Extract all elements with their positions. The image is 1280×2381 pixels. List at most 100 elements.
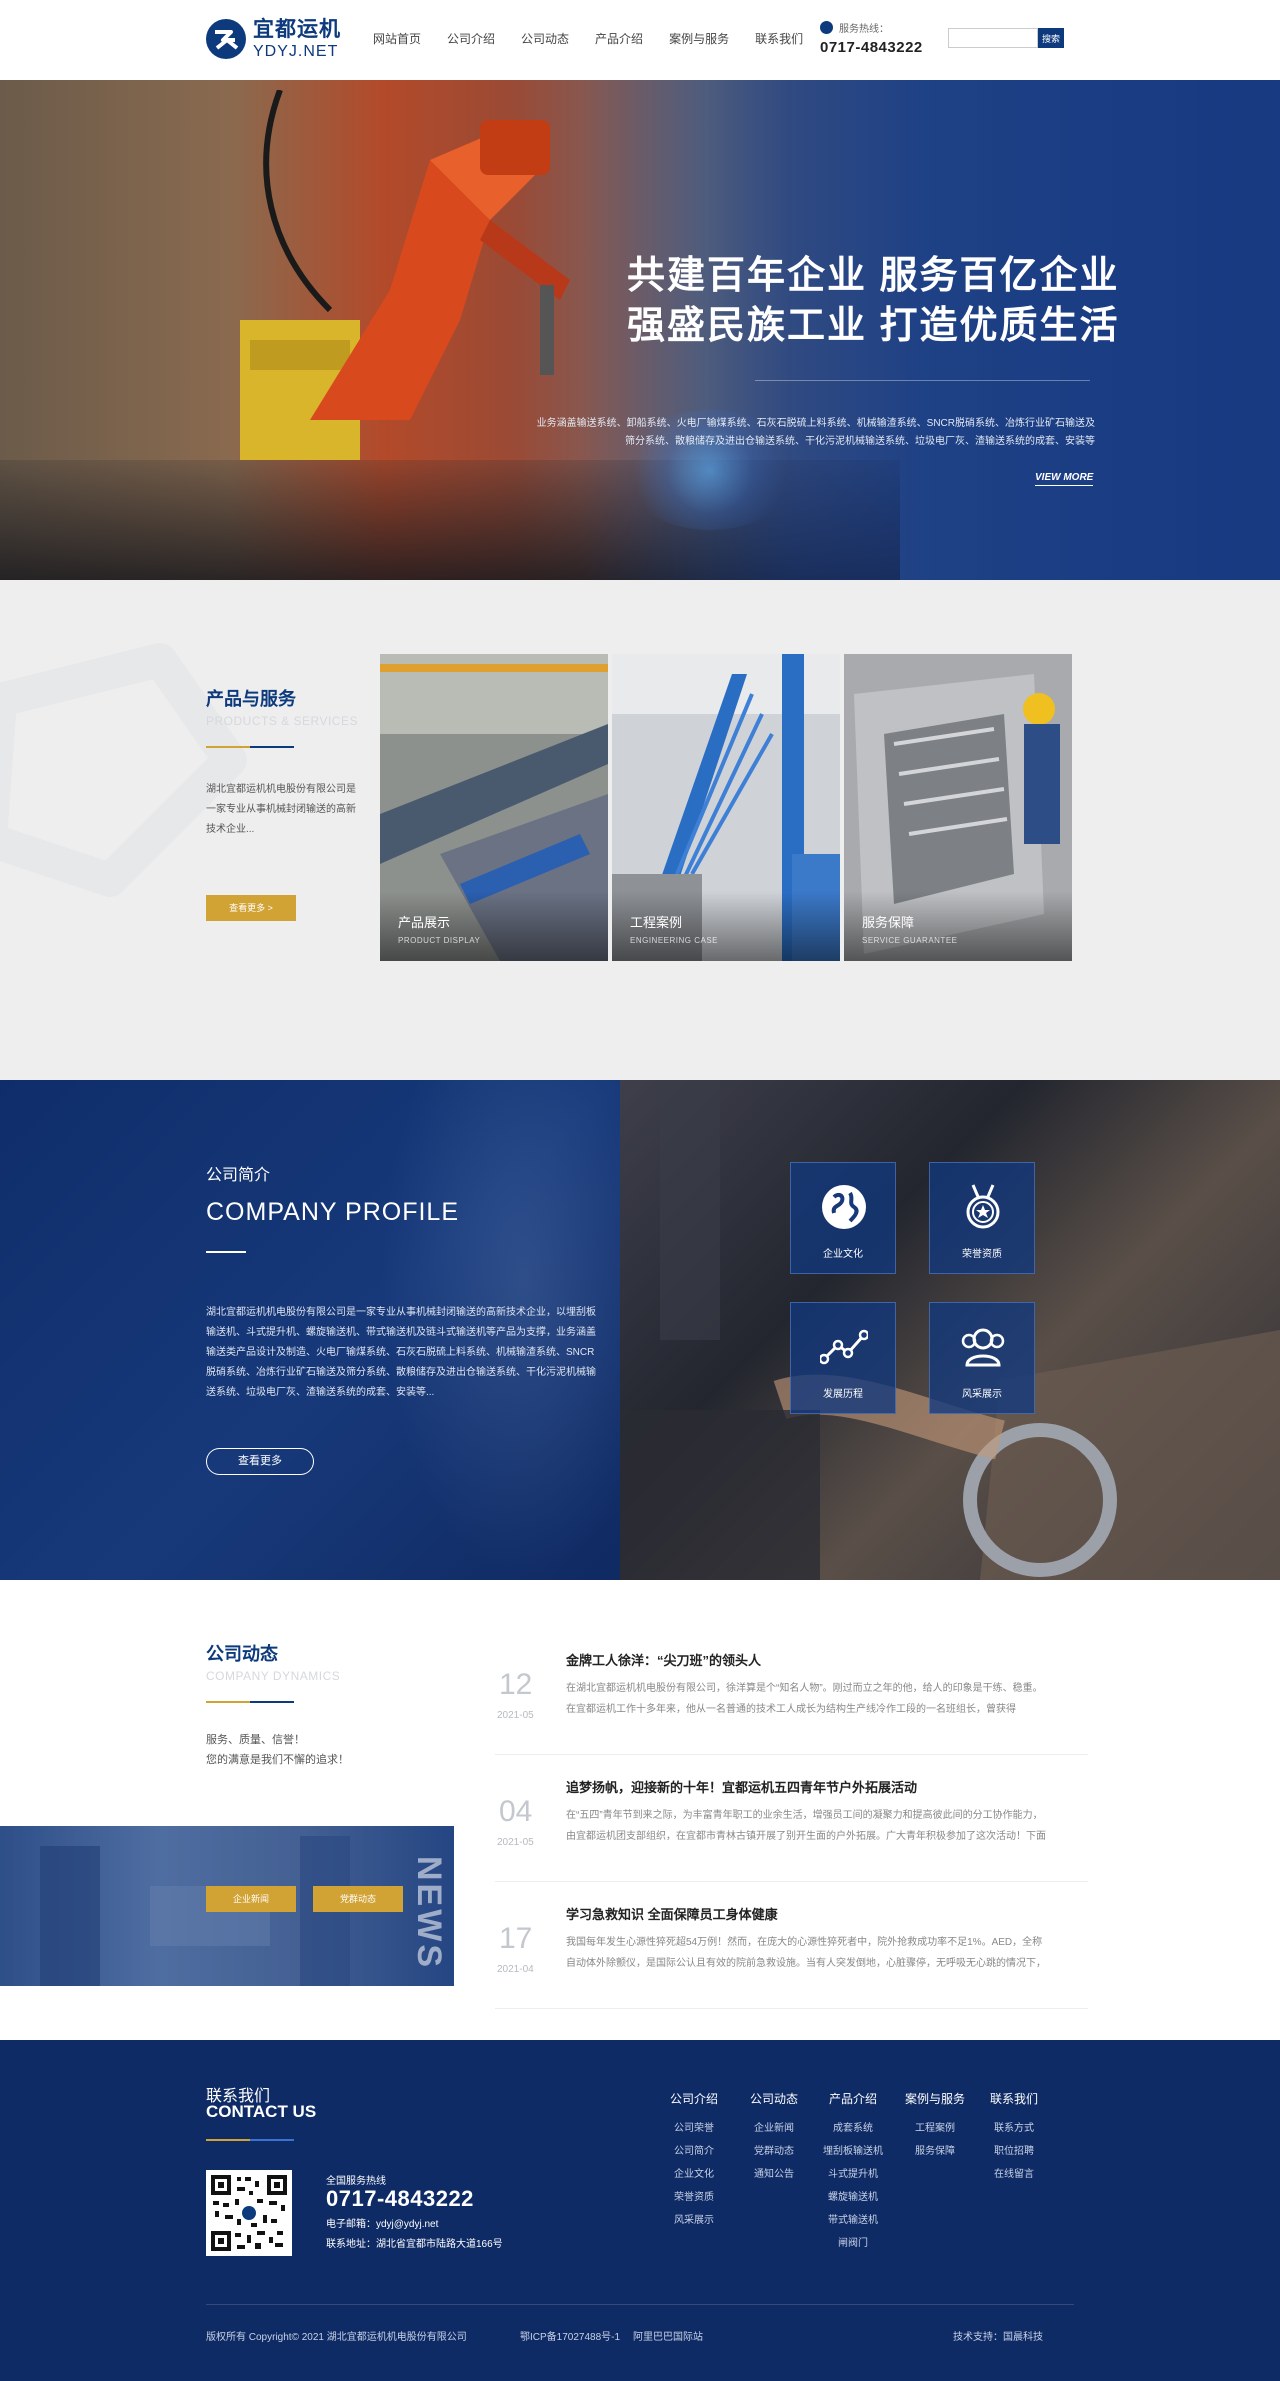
news-section: 公司动态 COMPANY DYNAMICS 服务、质量、信誉！ 您的满意是我们不… <box>0 1580 1280 2040</box>
company-news-button[interactable]: 企业新闻 <box>206 1886 296 1912</box>
footer-link[interactable]: 公司简介 <box>670 2140 718 2163</box>
news-day: 04 <box>499 1795 533 1828</box>
footer-link[interactable]: 通知公告 <box>750 2163 798 2186</box>
footer-col-cases: 案例与服务 工程案例 服务保障 <box>905 2090 965 2163</box>
search-input[interactable] <box>948 28 1038 48</box>
copyright-text: 版权所有 Copyright© 2021 湖北宜都运机机电股份有限公司 <box>206 2332 467 2343</box>
medal-icon <box>966 1184 1000 1229</box>
news-item[interactable]: 04 2021-05 追梦扬帆，迎接新的十年！宜都运机五四青年节户外拓展活动 在… <box>495 1767 1088 1882</box>
footer-link[interactable]: 风采展示 <box>670 2209 718 2232</box>
footer-link[interactable]: 公司荣誉 <box>670 2117 718 2140</box>
news-title-link[interactable]: 追梦扬帆，迎接新的十年！宜都运机五四青年节户外拓展活动 <box>566 1777 917 1796</box>
nav-home[interactable]: 网站首页 <box>360 30 434 47</box>
news-summary: 在“五四”青年节到来之际，为丰富青年职工的业余生活，增强员工间的凝聚力和提高彼此… <box>566 1810 1046 1842</box>
card-subtitle: ENGINEERING CASE <box>630 936 719 945</box>
company-profile-section: 公司简介 COMPANY PROFILE 湖北宜都运机机电股份有限公司是一家专业… <box>0 1080 1280 1580</box>
card-subtitle: SERVICE GUARANTEE <box>862 936 958 945</box>
profile-title: 公司简介 <box>206 1167 271 1184</box>
search-box: 搜索 <box>948 28 1064 48</box>
products-subtitle: PRODUCTS & SERVICES <box>206 714 358 728</box>
logo-mark-icon <box>206 19 246 59</box>
footer-underline <box>206 2139 294 2141</box>
card-title: 服务保障 <box>862 915 915 930</box>
main-nav: 网站首页 公司介绍 公司动态 产品介绍 案例与服务 联系我们 <box>360 30 816 47</box>
slogan-line-1: 服务、质量、信誉！ <box>206 1734 305 1746</box>
nav-about[interactable]: 公司介绍 <box>434 30 508 47</box>
footer-col-title[interactable]: 公司动态 <box>750 2090 798 2107</box>
footer-col-title[interactable]: 案例与服务 <box>905 2090 965 2107</box>
profile-title-en: COMPANY PROFILE <box>206 1198 460 1226</box>
card-title: 工程案例 <box>630 915 683 930</box>
footer-link[interactable]: 闸阀门 <box>823 2232 883 2255</box>
news-title-link[interactable]: 学习急救知识 全面保障员工身体健康 <box>566 1904 778 1923</box>
footer-col-title[interactable]: 联系我们 <box>990 2090 1038 2107</box>
news-slogan: 服务、质量、信誉！ 您的满意是我们不懈的追求！ <box>206 1730 349 1770</box>
globe-icon <box>822 1185 866 1229</box>
hotline-label: 服务热线： <box>839 24 889 35</box>
footer-link[interactable]: 螺旋输送机 <box>823 2186 883 2209</box>
tech-support-text: 技术支持：国晨科技 <box>953 2332 1043 2343</box>
banner-divider <box>755 380 1090 381</box>
news-heading: 公司动态 COMPANY DYNAMICS <box>206 1640 340 1703</box>
footer-link[interactable]: 在线留言 <box>990 2163 1038 2186</box>
card-engineering-case[interactable]: 工程案例 ENGINEERING CASE <box>612 654 840 961</box>
nav-news[interactable]: 公司动态 <box>508 30 582 47</box>
news-summary: 我国每年发生心源性猝死超54万例！然而，在庞大的心源性猝死者中，院外抢救成功率不… <box>566 1937 1046 1969</box>
footer-contact-title-en: CONTACT US <box>206 2102 317 2121</box>
footer-link[interactable]: 党群动态 <box>750 2140 798 2163</box>
nav-contact[interactable]: 联系我们 <box>742 30 816 47</box>
tile-honors[interactable]: 荣誉资质 <box>929 1162 1035 1274</box>
search-button[interactable]: 搜索 <box>1038 28 1064 48</box>
products-more-button[interactable]: 查看更多 > <box>206 895 296 921</box>
banner-headline-2: 强盛民族工业 打造优质生活 <box>627 305 1120 347</box>
footer-col-title[interactable]: 产品介绍 <box>823 2090 883 2107</box>
phone-icon <box>820 21 833 34</box>
tile-culture[interactable]: 企业文化 <box>790 1162 896 1274</box>
news-title: 公司动态 <box>206 1644 278 1664</box>
news-day: 17 <box>499 1922 533 1955</box>
card-service-guarantee[interactable]: 服务保障 SERVICE GUARANTEE <box>844 654 1072 961</box>
footer-col-about: 公司介绍 公司荣誉 公司简介 企业文化 荣誉资质 风采展示 <box>670 2090 718 2232</box>
tile-label: 风采展示 <box>962 1389 1002 1400</box>
footer-link[interactable]: 荣誉资质 <box>670 2186 718 2209</box>
footer-link[interactable]: 服务保障 <box>905 2140 965 2163</box>
party-news-button[interactable]: 党群动态 <box>313 1886 403 1912</box>
site-logo[interactable]: 宜都运机 YDYJ.NET <box>205 18 341 60</box>
news-date: 2021-05 <box>497 1837 534 1848</box>
slogan-line-2: 您的满意是我们不懈的追求！ <box>206 1754 349 1766</box>
news-date: 2021-05 <box>497 1710 534 1721</box>
nav-products[interactable]: 产品介绍 <box>582 30 656 47</box>
footer-link[interactable]: 成套系统 <box>823 2117 883 2140</box>
footer-link[interactable]: 带式输送机 <box>823 2209 883 2232</box>
footer-link[interactable]: 工程案例 <box>905 2117 965 2140</box>
footer-link[interactable]: 企业新闻 <box>750 2117 798 2140</box>
profile-more-button[interactable]: 查看更多 <box>206 1448 314 1475</box>
nav-cases[interactable]: 案例与服务 <box>656 30 742 47</box>
logo-text-cn: 宜都运机 <box>253 17 341 41</box>
tile-history[interactable]: 发展历程 <box>790 1302 896 1414</box>
news-title-link[interactable]: 金牌工人徐洋：“尖刀班”的领头人 <box>566 1650 761 1669</box>
footer-hotline-label: 全国服务热线 <box>326 2176 386 2187</box>
news-summary: 在湖北宜都运机机电股份有限公司，徐洋算是个“知名人物”。刚过而立之年的他，给人的… <box>566 1683 1043 1715</box>
view-more-link[interactable]: VIEW MORE <box>1035 472 1094 486</box>
footer-divider <box>206 2304 1074 2305</box>
card-product-display[interactable]: 产品展示 PRODUCT DISPLAY <box>380 654 608 961</box>
products-section: 产品与服务 PRODUCTS & SERVICES 湖北宜都运机机电股份有限公司… <box>0 580 1280 1080</box>
news-subtitle: COMPANY DYNAMICS <box>206 1669 341 1683</box>
footer-link[interactable]: 企业文化 <box>670 2163 718 2186</box>
footer-link[interactable]: 职位招聘 <box>990 2140 1038 2163</box>
footer-col-title[interactable]: 公司介绍 <box>670 2090 718 2107</box>
footer-link[interactable]: 联系方式 <box>990 2117 1038 2140</box>
tile-label: 发展历程 <box>823 1389 863 1400</box>
title-underline <box>206 746 358 748</box>
robot-arm-image <box>240 90 570 460</box>
news-item[interactable]: 17 2021-04 学习急救知识 全面保障员工身体健康 我国每年发生心源性猝死… <box>495 1894 1088 2009</box>
title-underline <box>206 1701 340 1703</box>
footer-link[interactable]: 埋刮板输送机 <box>823 2140 883 2163</box>
icp-link[interactable]: 鄂ICP备17027488号-1 <box>520 2328 620 2343</box>
alibaba-link[interactable]: 阿里巴巴国际站 <box>633 2328 703 2343</box>
news-item[interactable]: 12 2021-05 金牌工人徐洋：“尖刀班”的领头人 在湖北宜都运机机电股份有… <box>495 1640 1088 1755</box>
footer-link[interactable]: 斗式提升机 <box>823 2163 883 2186</box>
tile-gallery[interactable]: 风采展示 <box>929 1302 1035 1414</box>
people-icon <box>961 1328 1005 1367</box>
